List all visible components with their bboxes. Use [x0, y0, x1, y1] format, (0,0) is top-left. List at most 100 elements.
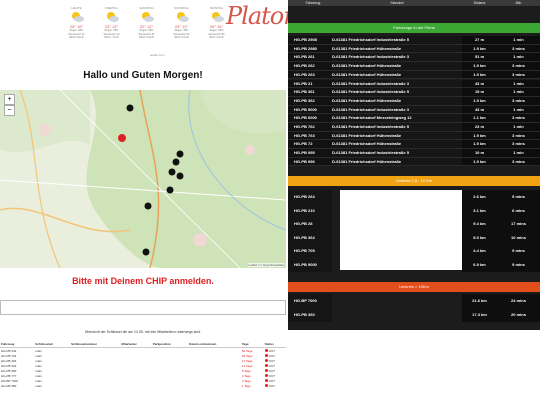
- row-minutes: 3 mins: [497, 96, 540, 106]
- table-row[interactable]: HG-PB 264 2.6 km 5 mins: [288, 190, 540, 204]
- status-dot-icon: [264, 374, 268, 378]
- car-marker-icon[interactable]: [144, 202, 152, 210]
- weather-widget: HEUTE 25° 16° Regen: 80% Sonnenstd: 1h Wind:…: [62, 6, 231, 40]
- row-status: OUT: [264, 383, 286, 388]
- table-row[interactable]: HG-PB 72 D-61381 Friedrichsdorf Hühenstra…: [288, 140, 540, 150]
- status-text: OUT: [268, 353, 275, 358]
- row-location: [332, 231, 462, 245]
- row-distance: 43 m: [462, 79, 497, 89]
- table-row[interactable]: HG-PB 705 4.4 km 9 mins: [288, 244, 540, 258]
- row-vehicle: HG-PB 364: [288, 230, 332, 245]
- map-markers: [118, 104, 184, 256]
- car-marker-icon[interactable]: [142, 248, 150, 256]
- row-minutes: 3 mins: [497, 131, 540, 141]
- row-empty-cell: [152, 383, 188, 388]
- row-vehicle: HG-PB 6000: [288, 114, 332, 123]
- chip-login-warning: Bitte mit Deinem CHIP anmelden.: [72, 276, 214, 286]
- row-location: [332, 217, 462, 231]
- table-row[interactable]: HG-PB 263 D-61381 Friedrichsdorf Hühenstr…: [288, 70, 540, 80]
- row-location: D-61381 Friedrichsdorf Hühenstraße: [332, 157, 462, 167]
- panel-header: Fahrzeug Standort Distanz Min: [288, 0, 540, 6]
- table-row[interactable]: HG-PB 2908 D-61381 Friedrichsdorf Industr…: [288, 36, 540, 45]
- row-minutes: 1 min: [497, 53, 540, 63]
- row-location: D-61381 Friedrichsdorf Hühenstraße: [332, 140, 462, 150]
- table-row[interactable]: HG-PB 6000 D-61381 Friedrichsdorf Messele…: [288, 114, 540, 123]
- sun-cloud-icon: [97, 11, 126, 23]
- row-vehicle: HG-PB 264: [288, 190, 332, 204]
- row-vehicle: HG-PB 210: [288, 203, 332, 218]
- row-distance: 27 m: [462, 36, 497, 45]
- car-marker-icon[interactable]: [172, 158, 180, 166]
- row-vehicle: HG-BP 7000: [288, 294, 332, 308]
- table-row[interactable]: HG-PB 21 D-61381 Friedrichsdorf Industrie…: [288, 79, 540, 89]
- table-row[interactable]: HG-PB 996 D-61381 Friedrichsdorf Hühenstr…: [288, 157, 540, 167]
- car-marker-icon[interactable]: [118, 134, 126, 142]
- table-row[interactable]: HG-PB 9000 6.9 km 9 mins: [288, 257, 540, 272]
- sun-cloud-icon: [132, 11, 161, 23]
- table-row[interactable]: HG-PB 5000 D-61381 Friedrichsdorf Industr…: [288, 105, 540, 115]
- car-marker-icon[interactable]: [166, 186, 174, 194]
- table-row[interactable]: HG-BP 7000 21.6 km 24 mins: [288, 294, 540, 308]
- dashboard-left: HEUTE 25° 16° Regen: 80% Sonnenstd: 1h Wind:…: [0, 0, 299, 402]
- row-location: [332, 244, 462, 258]
- table-row[interactable]: HG-PB 361 D-61381 Friedrichsdorf Industri…: [288, 88, 540, 97]
- table-row[interactable]: HG-PB 262 D-61381 Friedrichsdorf Hühenstr…: [288, 62, 540, 71]
- row-location: D-61381 Friedrichsdorf Industriestraße 3: [332, 53, 462, 63]
- table-row[interactable]: HG-PB 28 9.4 km 17 mins: [288, 217, 540, 231]
- row-minutes: 1 min: [497, 79, 540, 89]
- table-row[interactable]: HG-PB 762 D-61381 Friedrichsdorf Industri…: [288, 123, 540, 132]
- row-vehicle: HG-PB 262: [288, 62, 332, 71]
- row-location: [332, 294, 462, 308]
- car-marker-icon[interactable]: [126, 104, 134, 112]
- table-row[interactable]: HG-PB 380 main 1 Tage OUT: [0, 383, 286, 388]
- row-distance: 1.9 km: [462, 62, 497, 71]
- weather-wind: Wind: 9 km/h: [69, 36, 84, 39]
- row-empty-cell: [120, 383, 151, 388]
- row-location: D-61381 Friedrichsdorf Industriestraße 5: [332, 149, 462, 158]
- row-distance: 23 m: [462, 123, 497, 132]
- row-days: 1 Tage: [241, 383, 251, 388]
- car-marker-icon[interactable]: [176, 172, 184, 180]
- weather-source: wetter.com: [150, 53, 165, 57]
- row-key-type: main: [35, 383, 42, 388]
- row-location: D-61381 Friedrichsdorf Industriestraße 3: [332, 79, 462, 89]
- table-row[interactable]: HG-PB 362 D-61381 Friedrichsdorf Hühenstr…: [288, 96, 540, 106]
- row-distance: 3.1 km: [462, 203, 497, 218]
- row-vehicle: HG-PB 28: [288, 217, 332, 231]
- table-row[interactable]: HG-PB 995 D-61381 Friedrichsdorf Industri…: [288, 149, 540, 158]
- row-minutes: 3 mins: [497, 44, 540, 54]
- weather-day-name: SONNTAG: [174, 6, 189, 10]
- row-vehicle: HG-PB 995: [288, 149, 332, 158]
- table-row[interactable]: HG-PB 210 3.1 km 6 mins: [288, 203, 540, 218]
- table-row[interactable]: HG-PB 261 D-61381 Friedrichsdorf Industri…: [288, 53, 540, 63]
- car-marker-icon[interactable]: [176, 150, 184, 158]
- row-vehicle: HG-PB 261: [288, 53, 332, 63]
- col-vehicle: Fahrzeug: [305, 1, 321, 5]
- row-distance: 15 m: [462, 88, 497, 97]
- row-minutes: 24 mins: [497, 294, 540, 308]
- status-dot-icon: [264, 384, 268, 388]
- table-row[interactable]: HG-PB 2980 D-61381 Friedrichsdorf Hühenst…: [288, 44, 540, 54]
- vehicle-map[interactable]: + − Leaflet | © OpenStreetMap: [0, 90, 286, 268]
- weather-day-name: SAMSTAG: [139, 6, 154, 10]
- car-marker-icon[interactable]: [168, 168, 176, 176]
- row-location: D-61381 Friedrichsdorf Industriestraße 5: [332, 123, 462, 132]
- weather-wind: Wind: 5 km/h: [174, 36, 189, 39]
- key-overview-table: Fahrzeug Schlüsselart Schlüsselnummer Mitar…: [0, 341, 286, 388]
- chip-input[interactable]: [0, 300, 286, 315]
- table-row[interactable]: HG-PB 360 17.3 km 20 mins: [288, 308, 540, 322]
- row-minutes: 9 mins: [497, 257, 540, 272]
- status-text: OUT: [268, 373, 275, 378]
- col-minutes: Min: [515, 1, 522, 5]
- row-vehicle: HG-PB 263: [288, 70, 332, 80]
- row-vehicle: HG-PB 5000: [288, 105, 332, 115]
- row-minutes: 3 mins: [497, 140, 540, 150]
- row-distance: 5.0 km: [462, 230, 497, 245]
- row-empty-cell: [188, 383, 241, 388]
- table-row[interactable]: HG-PB 763 D-61381 Friedrichsdorf Hühenstr…: [288, 131, 540, 141]
- row-distance: 21.6 km: [462, 294, 497, 308]
- row-minutes: 6 mins: [497, 203, 540, 218]
- sun-cloud-icon: [167, 11, 196, 23]
- table-row[interactable]: HG-PB 364 5.0 km 10 mins: [288, 230, 540, 245]
- row-vehicle: HG-PB 9000: [288, 257, 332, 272]
